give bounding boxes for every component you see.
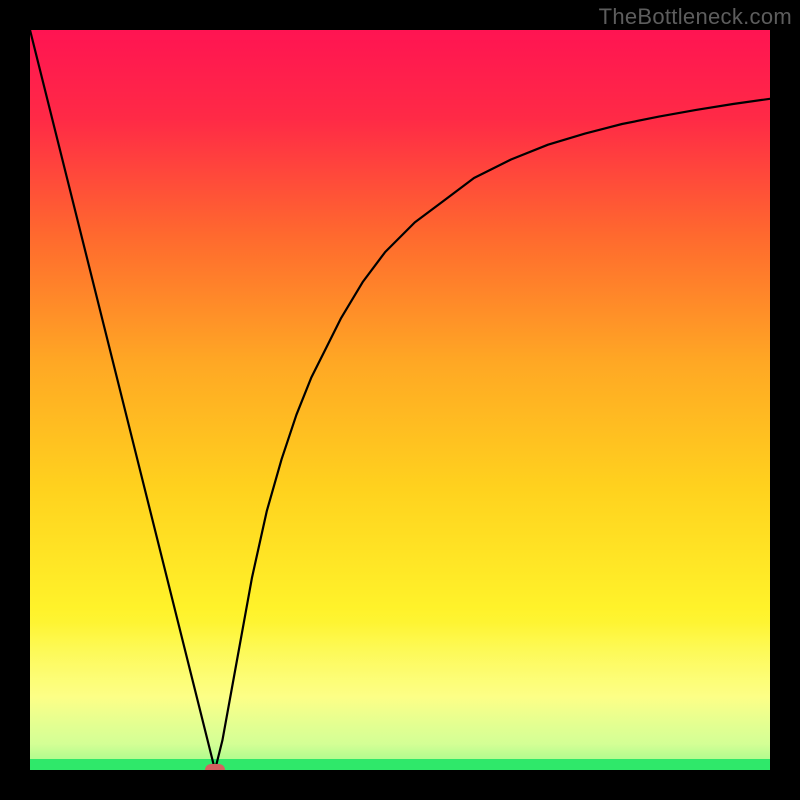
chart-frame: TheBottleneck.com	[0, 0, 800, 800]
watermark: TheBottleneck.com	[599, 4, 792, 30]
plot-area	[30, 30, 770, 770]
optimum-marker	[205, 764, 225, 770]
bottleneck-curve	[30, 30, 770, 770]
